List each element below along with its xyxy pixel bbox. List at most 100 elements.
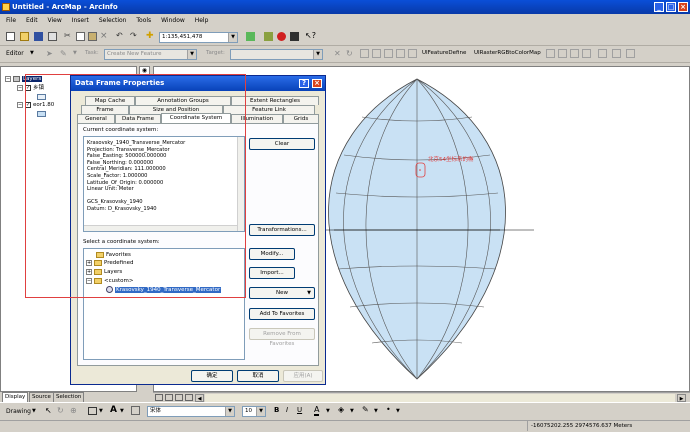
chevron-down-icon[interactable]: ▼ bbox=[187, 50, 196, 59]
new-button[interactable]: New ▼ bbox=[249, 287, 315, 299]
command-line-icon[interactable] bbox=[290, 32, 299, 41]
editor-toolbar-icon[interactable] bbox=[246, 32, 255, 41]
collapse-icon[interactable]: − bbox=[5, 75, 11, 82]
modify-button[interactable]: Modify... bbox=[249, 248, 295, 260]
chevron-down-icon[interactable]: ▼ bbox=[228, 33, 237, 42]
clear-button[interactable]: Clear bbox=[249, 138, 315, 150]
chevron-down-icon[interactable]: ▼ bbox=[120, 408, 124, 414]
undo-icon[interactable]: ↶ bbox=[116, 32, 125, 41]
editing-window-icon[interactable] bbox=[396, 49, 405, 58]
layout-view-icon[interactable] bbox=[165, 394, 173, 401]
rectangle-icon[interactable] bbox=[88, 407, 97, 415]
font-color-icon[interactable]: A bbox=[314, 405, 320, 416]
maximize-button[interactable]: □ bbox=[666, 2, 676, 12]
pause-draw-icon[interactable] bbox=[185, 394, 193, 401]
font-combo[interactable]: 宋体 ▼ bbox=[147, 406, 235, 417]
copy-icon[interactable] bbox=[76, 32, 85, 41]
new-icon[interactable] bbox=[6, 32, 15, 41]
split-tool-icon[interactable]: ✕ bbox=[334, 49, 341, 58]
attributes-icon[interactable] bbox=[360, 49, 369, 58]
tool-f-icon[interactable] bbox=[612, 49, 621, 58]
chevron-down-icon[interactable]: ▼ bbox=[350, 408, 354, 414]
apply-button[interactable]: 应用(A) bbox=[283, 370, 323, 382]
menu-selection[interactable]: Selection bbox=[99, 17, 127, 24]
ok-button[interactable]: 确定 bbox=[191, 370, 233, 382]
scale-combo[interactable]: 1:135,451,478 ▼ bbox=[159, 32, 238, 43]
menu-window[interactable]: Window bbox=[161, 17, 185, 24]
fill-color-icon[interactable]: ◈ bbox=[338, 405, 344, 414]
refresh-icon[interactable] bbox=[175, 394, 183, 401]
help-icon[interactable]: ? bbox=[299, 79, 309, 88]
uirasterrgbtocolormap-button[interactable]: UIRasterRGBtoColorMap bbox=[474, 50, 541, 56]
open-icon[interactable] bbox=[20, 32, 29, 41]
topology-icon[interactable] bbox=[384, 49, 393, 58]
edit-vertices-icon[interactable] bbox=[131, 406, 140, 415]
close-icon[interactable]: × bbox=[312, 79, 322, 88]
menu-help[interactable]: Help bbox=[195, 17, 209, 24]
editor-dropdown-icon[interactable]: ▼ bbox=[30, 50, 34, 56]
tool-b-icon[interactable] bbox=[558, 49, 567, 58]
text-tool-icon[interactable]: A bbox=[110, 405, 117, 415]
close-button[interactable]: × bbox=[678, 2, 688, 12]
chevron-down-icon[interactable]: ▼ bbox=[374, 408, 378, 414]
horizontal-scrollbar[interactable] bbox=[205, 394, 675, 402]
save-icon[interactable] bbox=[34, 32, 43, 41]
import-button[interactable]: Import... bbox=[249, 267, 295, 279]
remove-from-favorites-button[interactable]: Remove From Favorites bbox=[249, 328, 315, 347]
chevron-down-icon[interactable]: ▼ bbox=[256, 407, 265, 416]
uifeaturedefine-button[interactable]: UIFeatureDefine bbox=[422, 50, 466, 56]
arccatalog-icon[interactable] bbox=[277, 32, 286, 41]
tool-c-icon[interactable] bbox=[570, 49, 579, 58]
target-combo[interactable]: ▼ bbox=[230, 49, 323, 60]
paste-icon[interactable] bbox=[88, 32, 97, 41]
tool-d-icon[interactable] bbox=[582, 49, 591, 58]
print-icon[interactable] bbox=[48, 32, 57, 41]
zoom-whole-page-icon[interactable]: ⊕ bbox=[70, 406, 77, 415]
font-size-combo[interactable]: 10 ▼ bbox=[242, 406, 266, 417]
cut-icon[interactable]: ✂ bbox=[64, 32, 73, 41]
italic-button[interactable]: I bbox=[286, 406, 288, 414]
delete-icon[interactable]: × bbox=[100, 32, 109, 41]
tool-g-icon[interactable] bbox=[626, 49, 635, 58]
sketch-dropdown-icon[interactable]: ▼ bbox=[73, 50, 77, 56]
sketch-tool-icon[interactable]: ✎ bbox=[60, 49, 67, 58]
bold-button[interactable]: B bbox=[274, 406, 279, 414]
menu-insert[interactable]: Insert bbox=[72, 17, 89, 24]
rotate-icon[interactable]: ↻ bbox=[57, 406, 64, 415]
validate-icon[interactable] bbox=[408, 49, 417, 58]
chevron-down-icon[interactable]: ▼ bbox=[326, 408, 330, 414]
select-elements-icon[interactable]: ↖ bbox=[45, 406, 52, 415]
data-view-icon[interactable] bbox=[155, 394, 163, 401]
editor-menu[interactable]: Editor bbox=[6, 50, 24, 57]
rotate-tool-icon[interactable]: ↻ bbox=[346, 49, 353, 58]
collapse-icon[interactable]: − bbox=[17, 84, 23, 91]
scroll-right-icon[interactable]: ▶ bbox=[677, 394, 686, 402]
cancel-button[interactable]: 取消 bbox=[237, 370, 279, 382]
redo-icon[interactable]: ↷ bbox=[130, 32, 139, 41]
add-data-icon[interactable]: ✚ bbox=[146, 32, 155, 41]
tab-grids[interactable]: Grids bbox=[283, 114, 319, 123]
transformations-button[interactable]: Transformations... bbox=[249, 224, 315, 236]
menu-file[interactable]: File bbox=[6, 17, 16, 24]
underline-button[interactable]: U bbox=[297, 406, 302, 414]
sketch-properties-icon[interactable] bbox=[372, 49, 381, 58]
add-to-favorites-button[interactable]: Add To Favorites bbox=[249, 308, 315, 320]
task-combo[interactable]: Create New Feature ▼ bbox=[104, 49, 197, 60]
edit-tool-icon[interactable]: ➤ bbox=[46, 49, 53, 58]
menu-view[interactable]: View bbox=[48, 17, 62, 24]
collapse-icon[interactable]: − bbox=[17, 101, 23, 108]
chevron-down-icon[interactable]: ▼ bbox=[99, 408, 103, 414]
menu-edit[interactable]: Edit bbox=[26, 17, 38, 24]
tool-a-icon[interactable] bbox=[546, 49, 555, 58]
marker-color-icon[interactable]: • bbox=[386, 405, 391, 414]
chevron-down-icon[interactable]: ▼ bbox=[396, 408, 400, 414]
arctoolbox-icon[interactable] bbox=[264, 32, 273, 41]
minimize-button[interactable]: _ bbox=[654, 2, 664, 12]
tool-e-icon[interactable] bbox=[598, 49, 607, 58]
chevron-down-icon[interactable]: ▼ bbox=[225, 407, 234, 416]
scroll-left-icon[interactable]: ◀ bbox=[195, 394, 204, 402]
line-color-icon[interactable]: ✎ bbox=[362, 405, 369, 414]
menu-tools[interactable]: Tools bbox=[136, 17, 151, 24]
whats-this-icon[interactable]: ↖? bbox=[305, 32, 316, 41]
drawing-menu[interactable]: Drawing bbox=[6, 408, 31, 415]
